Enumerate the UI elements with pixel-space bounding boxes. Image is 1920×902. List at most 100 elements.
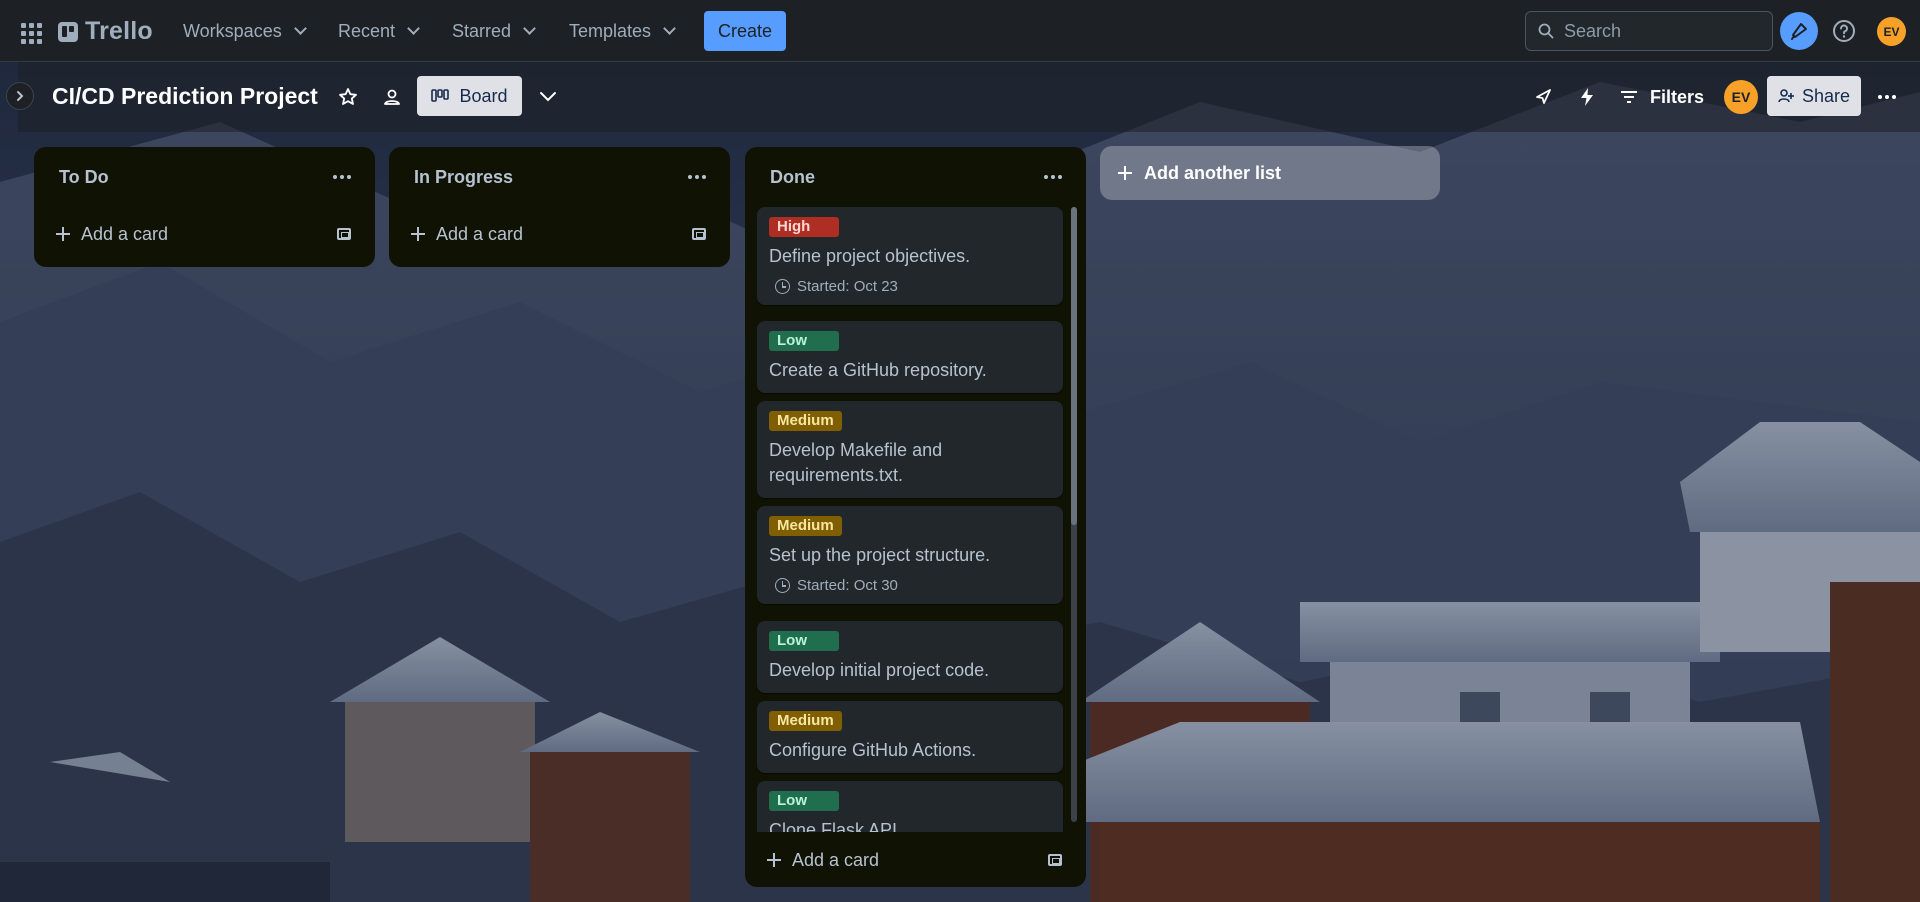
list-scrollbar[interactable] [1071, 207, 1077, 822]
filter-icon [1621, 91, 1637, 103]
add-card-label: Add a card [792, 849, 880, 870]
scrollbar-thumb[interactable] [1071, 207, 1077, 525]
search-input[interactable] [1564, 20, 1754, 42]
card[interactable]: Low Create a GitHub repository. [757, 321, 1063, 393]
search-box[interactable] [1525, 11, 1773, 51]
add-card-button[interactable]: Add a card [411, 224, 523, 245]
card-list: High Define project objectives. Started:… [757, 207, 1075, 832]
clock-icon [775, 279, 790, 294]
workspaces-menu[interactable]: Workspaces [175, 13, 313, 49]
start-date-text: Started: Oct 30 [797, 577, 898, 594]
start-date-badge: Started: Oct 23 [775, 278, 1051, 295]
power-ups-button[interactable] [1528, 82, 1558, 112]
lightning-icon [1581, 88, 1593, 106]
list-actions-more-icon[interactable] [333, 175, 351, 179]
chevron-down-icon [663, 22, 676, 35]
search-icon [1538, 23, 1554, 39]
more-icon [1878, 95, 1896, 99]
card[interactable]: Medium Develop Makefile and requirements… [757, 401, 1063, 498]
board-view-button[interactable]: Board [417, 76, 522, 116]
templates-menu-label: Templates [569, 20, 652, 41]
filters-button[interactable]: Filters [1620, 80, 1704, 114]
list-done: Done High Define project objectives. Sta… [745, 147, 1086, 887]
list-header: In Progress [389, 147, 730, 207]
add-card-label: Add a card [81, 223, 169, 244]
card-title: Define project objectives. [769, 246, 971, 266]
list-title[interactable]: To Do [59, 167, 109, 188]
list-title[interactable]: In Progress [414, 167, 513, 188]
card[interactable]: High Define project objectives. Started:… [757, 207, 1063, 305]
star-board-button[interactable] [333, 82, 363, 112]
add-card-row: Add a card [389, 207, 730, 261]
app-switcher-grid-icon[interactable] [16, 17, 44, 45]
list-to-do: To Do Add a card [34, 147, 375, 267]
board-view-label: Board [459, 85, 508, 106]
board-member-avatar[interactable]: EV [1724, 80, 1758, 114]
create-from-template-icon[interactable] [1048, 854, 1062, 866]
plus-icon [56, 227, 70, 241]
list-in-progress: In Progress Add a card [389, 147, 730, 267]
share-button[interactable]: Share [1767, 76, 1861, 116]
top-navigation-bar: Trello Workspaces Recent Starred Templat… [0, 0, 1920, 62]
help-icon [1833, 20, 1855, 42]
help-button[interactable] [1825, 12, 1863, 50]
recent-menu[interactable]: Recent [330, 13, 426, 49]
card[interactable]: Low Develop initial project code. [757, 621, 1063, 693]
start-date-text: Started: Oct 23 [797, 278, 898, 295]
card-label-low: Low [769, 791, 839, 811]
starred-menu-label: Starred [452, 20, 512, 41]
plus-icon [767, 853, 781, 867]
plus-icon [1118, 166, 1132, 180]
card-title: Configure GitHub Actions. [769, 740, 977, 760]
create-from-template-icon[interactable] [337, 228, 351, 240]
list-actions-more-icon[interactable] [1044, 175, 1062, 179]
chevron-down-icon [523, 22, 536, 35]
chevron-down-icon [407, 22, 420, 35]
workspaces-menu-label: Workspaces [183, 20, 282, 41]
list-header: To Do [34, 147, 375, 207]
star-icon [339, 88, 357, 105]
card-title: Clone Flask API [769, 820, 898, 832]
list-title[interactable]: Done [770, 167, 815, 188]
trello-logo-icon [58, 21, 78, 42]
view-switcher-button[interactable] [533, 82, 563, 112]
recent-menu-label: Recent [338, 20, 396, 41]
templates-menu[interactable]: Templates [561, 13, 682, 49]
chevron-down-icon [293, 22, 307, 35]
people-icon [384, 89, 400, 105]
add-another-list-button[interactable]: Add another list [1100, 146, 1440, 200]
board-menu-button[interactable] [1872, 82, 1902, 112]
chevron-right-icon [17, 91, 24, 101]
list-actions-more-icon[interactable] [688, 175, 706, 179]
card[interactable]: Medium Set up the project structure. Sta… [757, 506, 1063, 604]
card-label-medium: Medium [769, 711, 842, 731]
visibility-button[interactable] [377, 82, 407, 112]
card[interactable]: Medium Configure GitHub Actions. [757, 701, 1063, 773]
card-label-medium: Medium [769, 516, 842, 536]
plus-icon [411, 227, 425, 241]
trello-logo[interactable]: Trello [58, 17, 153, 46]
starred-menu[interactable]: Starred [444, 13, 542, 49]
create-from-template-icon[interactable] [692, 228, 706, 240]
list-header: Done [745, 147, 1086, 207]
automation-button[interactable] [1572, 82, 1602, 112]
whats-new-button[interactable] [1780, 12, 1818, 50]
logo-text: Trello [85, 17, 153, 45]
sidebar-expand-button[interactable] [6, 82, 34, 110]
add-card-row: Add a card [34, 207, 375, 261]
card-title: Create a GitHub repository. [769, 360, 987, 380]
add-card-button[interactable]: Add a card [56, 224, 168, 245]
rocket-icon [1536, 89, 1551, 104]
card-title: Set up the project structure. [769, 545, 991, 565]
card-label-low: Low [769, 631, 839, 651]
board-title[interactable]: CI/CD Prediction Project [52, 83, 318, 110]
megaphone-icon [1791, 23, 1807, 40]
add-card-button[interactable]: Add a card [767, 850, 879, 871]
user-avatar[interactable]: EV [1877, 17, 1906, 46]
card-title: Develop initial project code. [769, 660, 990, 680]
card[interactable]: Low Clone Flask API [757, 781, 1063, 832]
card-label-low: Low [769, 331, 839, 351]
add-list-label: Add another list [1144, 162, 1282, 183]
start-date-badge: Started: Oct 30 [775, 577, 1051, 594]
create-button[interactable]: Create [704, 11, 786, 51]
